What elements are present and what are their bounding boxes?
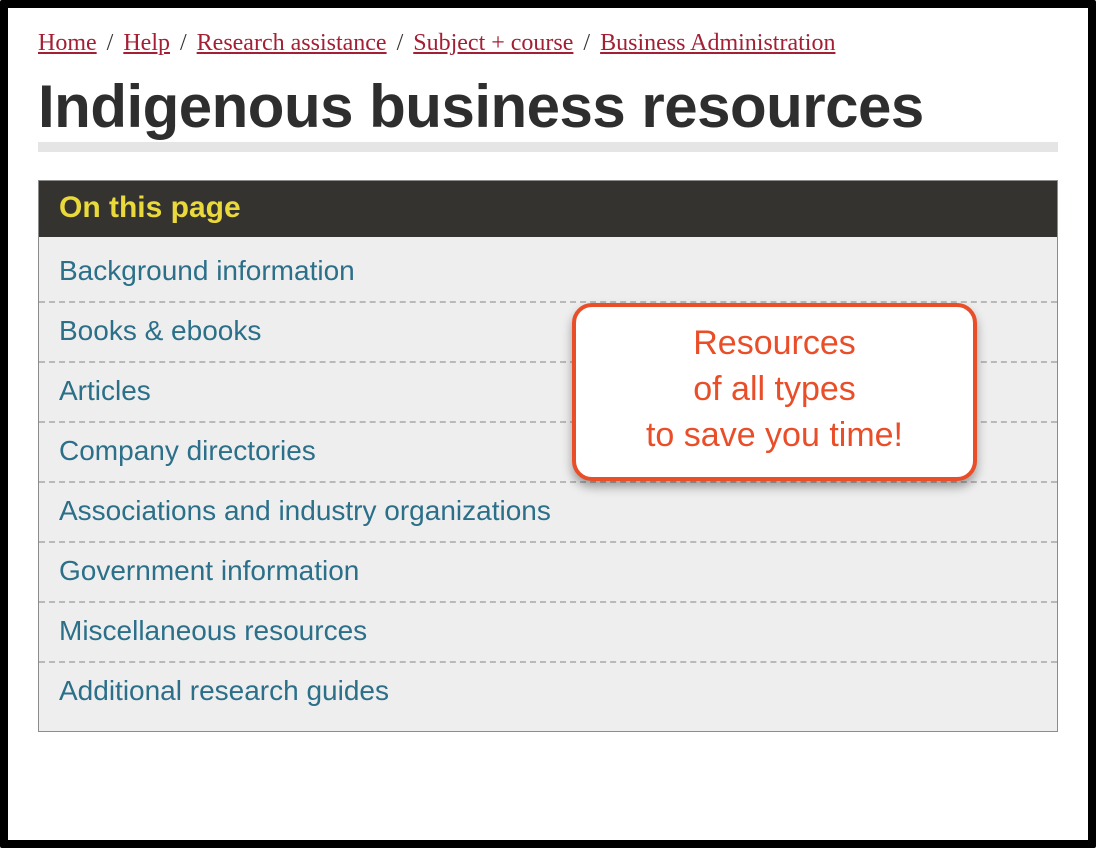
breadcrumb-subject-course[interactable]: Subject + course: [413, 30, 573, 56]
title-divider: [38, 142, 1058, 152]
breadcrumb-help[interactable]: Help: [123, 30, 170, 56]
list-item: Government information: [39, 543, 1057, 603]
list-item: Associations and industry organizations: [39, 483, 1057, 543]
list-item: Miscellaneous resources: [39, 603, 1057, 663]
toc-link-misc[interactable]: Miscellaneous resources: [59, 615, 367, 646]
breadcrumb-research[interactable]: Research assistance: [197, 30, 387, 56]
breadcrumb-sep: /: [391, 30, 410, 56]
toc-link-background[interactable]: Background information: [59, 255, 355, 286]
breadcrumb-sep: /: [101, 30, 120, 56]
breadcrumb-business-admin[interactable]: Business Administration: [600, 30, 835, 56]
toc-link-government[interactable]: Government information: [59, 555, 359, 586]
toc-link-books[interactable]: Books & ebooks: [59, 315, 261, 346]
toc-link-directories[interactable]: Company directories: [59, 435, 316, 466]
toc-link-guides[interactable]: Additional research guides: [59, 675, 389, 706]
breadcrumb-sep: /: [174, 30, 193, 56]
page-title: Indigenous business resources: [38, 75, 1058, 138]
list-item: Additional research guides: [39, 663, 1057, 721]
callout-line: Resources: [594, 321, 955, 367]
panel-header: On this page: [39, 181, 1057, 237]
list-item: Background information: [39, 243, 1057, 303]
callout-line: of all types: [594, 367, 955, 413]
toc-link-articles[interactable]: Articles: [59, 375, 151, 406]
breadcrumb-sep: /: [577, 30, 596, 56]
breadcrumb-home[interactable]: Home: [38, 30, 97, 56]
callout-box: Resources of all types to save you time!: [572, 303, 977, 481]
toc-link-associations[interactable]: Associations and industry organizations: [59, 495, 551, 526]
breadcrumb: Home / Help / Research assistance / Subj…: [38, 30, 1058, 57]
callout-line: to save you time!: [594, 413, 955, 459]
